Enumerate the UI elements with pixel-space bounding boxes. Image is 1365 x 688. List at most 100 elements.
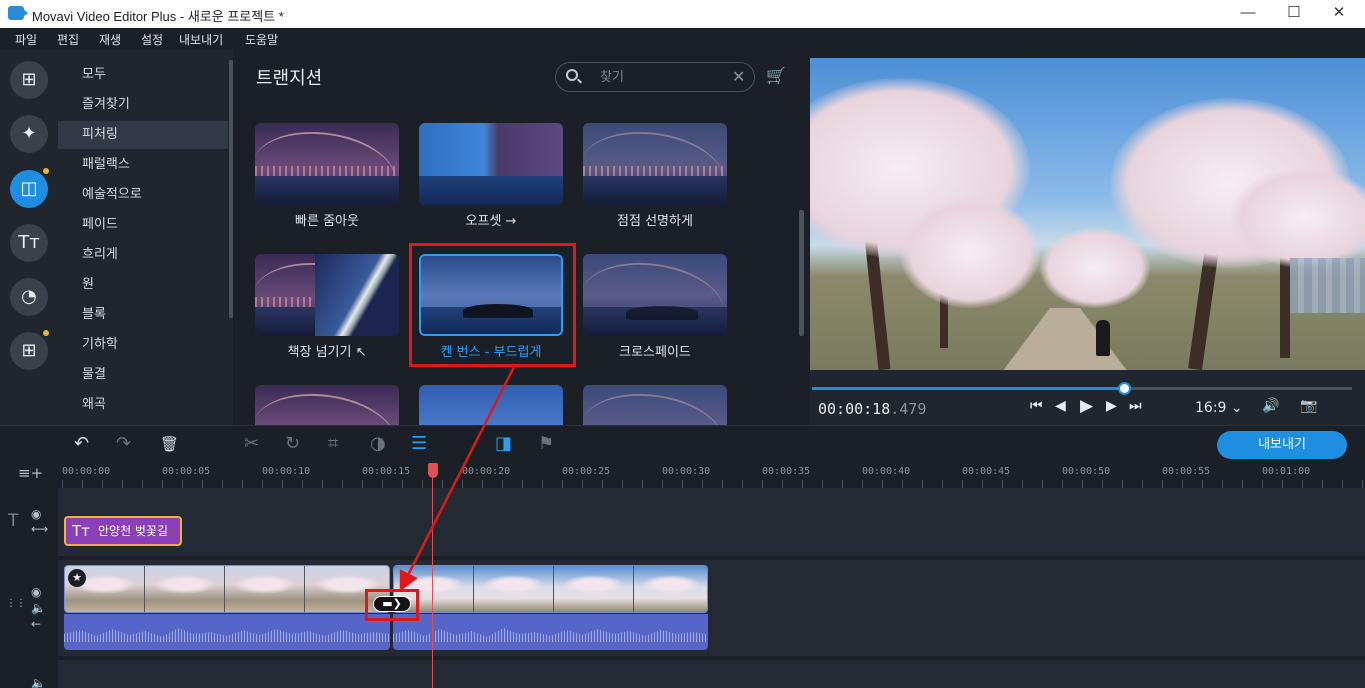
title-track-eye-icon[interactable]: ◉ — [31, 507, 41, 521]
skip-start-icon[interactable]: ⏮ — [1030, 398, 1043, 414]
export-button[interactable]: 내보내기 — [1217, 431, 1347, 459]
delete-icon[interactable]: 🗑 — [160, 435, 179, 453]
search-icon — [566, 69, 578, 81]
transitions-icon[interactable]: ◫ — [10, 170, 48, 208]
window-title-bar: Movavi Video Editor Plus - 새로운 프로젝트 * — … — [0, 0, 1365, 28]
timeline-toolbar — [0, 425, 1365, 463]
maximize-button[interactable]: ☐ — [1271, 0, 1317, 28]
more-tools-icon[interactable]: ⊞ — [10, 332, 48, 370]
video-clip-1[interactable] — [64, 565, 390, 613]
rotate-icon[interactable]: ↻ — [285, 433, 300, 454]
minimize-button[interactable]: — — [1225, 0, 1271, 28]
title-track-link-icon[interactable]: ⟷ — [31, 522, 48, 536]
category-item[interactable]: 원 — [58, 271, 228, 299]
add-track-icon[interactable]: ≡+ — [18, 464, 43, 482]
magic-wand-icon[interactable]: ✦ — [10, 115, 48, 153]
video-track-eye-icon[interactable]: ◉ — [31, 585, 41, 599]
title-clip[interactable]: Tт 안양천 벚꽃길 — [64, 516, 182, 546]
audio-waveform-1[interactable] — [64, 614, 390, 650]
ruler-label: 00:00:15 — [362, 466, 411, 477]
step-forward-icon[interactable]: ▶ — [1106, 398, 1117, 414]
seek-handle[interactable] — [1118, 382, 1131, 395]
search-box[interactable]: ✕ — [555, 62, 755, 92]
import-icon[interactable]: ⊞ — [10, 61, 48, 99]
video-clip-2[interactable] — [393, 565, 708, 613]
category-item[interactable]: 즐겨찾기 — [58, 91, 228, 119]
category-item[interactable]: 모두 — [58, 61, 228, 89]
tile-label: 책장 넘기기 ↖ — [287, 345, 367, 360]
menu-bar: 파일 편집 재생 설정 내보내기 도움말 — [0, 28, 1365, 49]
transition-tile-offset[interactable] — [419, 123, 563, 205]
app-logo-icon — [8, 6, 28, 20]
transition-tile-fade-in-sharp[interactable] — [583, 123, 727, 205]
category-item[interactable]: 블록 — [58, 301, 228, 329]
stickers-icon[interactable]: ◔ — [10, 278, 48, 316]
redo-icon[interactable]: ↷ — [116, 433, 131, 454]
category-item[interactable]: 예술적으로 — [58, 181, 228, 209]
panel-scrollbar[interactable] — [799, 210, 804, 336]
close-button[interactable]: ✕ — [1316, 0, 1362, 28]
transition-wizard-icon[interactable]: ◨ — [495, 433, 512, 454]
undo-icon[interactable]: ↶ — [74, 433, 89, 454]
window-title: Movavi Video Editor Plus - 새로운 프로젝트 * — [32, 9, 284, 24]
skip-end-icon[interactable]: ⏭ — [1129, 398, 1142, 414]
transition-tile-crossfade[interactable] — [583, 254, 727, 336]
video-preview — [810, 58, 1365, 370]
cut-icon[interactable]: ✂ — [244, 433, 259, 454]
video-track-arrow-icon[interactable]: ← — [31, 617, 41, 631]
menu-file[interactable]: 파일 — [15, 31, 37, 48]
menu-playback[interactable]: 재생 — [99, 31, 121, 48]
category-item-active[interactable]: 피처링 — [58, 121, 228, 149]
snapshot-icon[interactable]: 📷 — [1300, 398, 1317, 414]
crop-icon[interactable]: ⌗ — [328, 433, 338, 454]
ruler-label: 00:00:20 — [462, 466, 511, 477]
clear-search-icon[interactable]: ✕ — [732, 67, 745, 86]
marker-flag-icon[interactable]: ⚑ — [538, 433, 554, 454]
category-item[interactable]: 패럴랙스 — [58, 151, 228, 179]
ruler-label: 00:00:35 — [762, 466, 811, 477]
audio-track-speaker-icon[interactable]: 🔈 — [31, 676, 46, 688]
playhead-line — [432, 470, 433, 688]
clip-properties-icon[interactable]: ☰ — [411, 433, 427, 454]
titles-icon[interactable]: Tт — [10, 224, 48, 262]
search-input[interactable] — [600, 67, 720, 87]
play-icon[interactable]: ▶ — [1080, 396, 1093, 416]
category-item[interactable]: 기하학 — [58, 331, 228, 359]
track-grip-icon[interactable]: ⋮⋮ — [6, 598, 26, 609]
ruler-label: 00:00:05 — [162, 466, 211, 477]
volume-icon[interactable]: 🔊 — [1262, 398, 1279, 414]
transition-tile-fast-zoom-out[interactable] — [255, 123, 399, 205]
title-clip-label: 안양천 벚꽃길 — [98, 524, 169, 538]
transitions-panel — [233, 49, 810, 425]
step-back-icon[interactable]: ◀ — [1055, 398, 1066, 414]
transition-tile[interactable] — [419, 385, 563, 425]
timecode-ms: .479 — [890, 400, 927, 418]
category-item[interactable]: 왜곡 — [58, 391, 228, 419]
text-track-icon: T — [8, 511, 19, 531]
timecode-main: 00:00:18 — [818, 400, 891, 418]
ruler-label: 00:00:10 — [262, 466, 311, 477]
tile-label: 점점 선명하게 — [617, 214, 693, 229]
menu-edit[interactable]: 편집 — [57, 31, 79, 48]
transition-tile[interactable] — [255, 385, 399, 425]
cart-icon[interactable]: 🛒 — [766, 66, 786, 85]
color-adjust-icon[interactable]: ◑ — [370, 433, 386, 454]
ruler-ticks — [62, 480, 1365, 488]
more-notify-dot — [43, 330, 49, 336]
menu-export[interactable]: 내보내기 — [179, 31, 223, 48]
ruler-label: 00:00:40 — [862, 466, 911, 477]
transition-tile-page-turn[interactable] — [255, 254, 399, 336]
ruler-label: 00:00:55 — [1162, 466, 1211, 477]
menu-help[interactable]: 도움말 — [245, 31, 278, 48]
playhead-handle[interactable] — [428, 463, 438, 478]
aspect-ratio-select[interactable]: 16:9 ⌄ — [1195, 400, 1243, 416]
category-item[interactable]: 물결 — [58, 361, 228, 389]
video-track-speaker-icon[interactable]: 🔈 — [31, 601, 46, 615]
category-item[interactable]: 흐리게 — [58, 241, 228, 269]
tile-label: 오프셋 → — [465, 214, 517, 229]
ruler-label: 00:00:50 — [1062, 466, 1111, 477]
transition-tile[interactable] — [583, 385, 727, 425]
audio-waveform-2[interactable] — [393, 614, 708, 650]
menu-settings[interactable]: 설정 — [141, 31, 163, 48]
category-item[interactable]: 페이드 — [58, 211, 228, 239]
